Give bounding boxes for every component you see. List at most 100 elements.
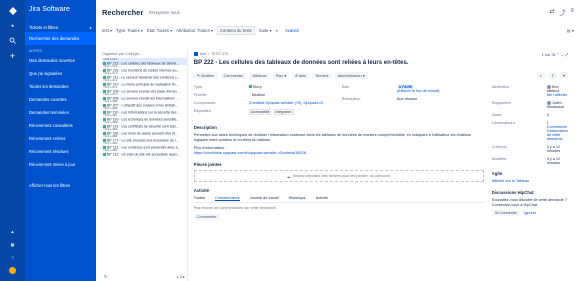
start-watching-link[interactable]: Commencer l'observation de cette demande — [547, 125, 568, 141]
avatar[interactable] — [8, 266, 17, 275]
done-button[interactable]: Terminé — [312, 72, 332, 79]
issue-summary: BP 208 - Le serveur envoie les informati… — [107, 96, 179, 100]
sidebar-item-filter[interactable]: Récemment créées — [29, 132, 92, 145]
issue-summary: BP 186 - Les mots de passe peuvent être … — [107, 131, 179, 135]
layout-toggle-icon[interactable]: ▤ ▾ — [567, 28, 574, 33]
sidebar-item-filter[interactable]: Demandes terminées — [29, 106, 92, 119]
issue-summary: BP 222 - Les cellules des tableaux de do… — [107, 61, 180, 65]
list-item[interactable]: TEST-363 BP 131 - Les contenus sont prése… — [102, 142, 187, 149]
description-title: Description — [193, 125, 217, 130]
created-field: Créée(s): Il y a 12 minutes — [491, 145, 561, 153]
assign-to-me-link[interactable]: Me l'affecter — [547, 93, 568, 97]
show-on-board-link[interactable]: Afficher sur le Tableau — [492, 179, 568, 184]
admin-button[interactable]: Administration ▾ — [334, 72, 368, 79]
list-item[interactable]: TEST-372 BP 210 - Le menu principal de na… — [102, 79, 187, 86]
todo-button[interactable]: À faire — [292, 72, 310, 79]
help-icon[interactable]: ? — [8, 253, 17, 262]
list-item[interactable]: TEST-362 BP 133 - Un plan du site est acc… — [102, 149, 187, 156]
ignore-link[interactable]: Ignorer — [524, 211, 536, 215]
rocket-icon[interactable]: ▲ — [8, 227, 17, 236]
attachment-dropzone[interactable]: ☁ Glissez-déposez des fichiers pour les … — [193, 170, 484, 182]
sidebar-item-filter[interactable]: Récemment mises à jour — [29, 158, 92, 171]
comment-button[interactable]: Commenter — [220, 72, 247, 79]
detail-columns: Type: Story Priorité: ↑ Medium Composant… — [193, 85, 568, 220]
list-item[interactable]: TEST-373 BP 211 - Le serveur transmet des… — [102, 72, 187, 79]
edit-button[interactable]: ✎ Modifier — [193, 72, 218, 79]
pager-label: 1 sur 78 — [541, 53, 556, 57]
description-text: Permettre aux aides techniques de restit… — [193, 133, 471, 142]
more-info-link[interactable]: https://checklists.opquast.com/fr/opquas… — [194, 151, 484, 156]
field-grid: Type: Story Priorité: ↑ Medium Composant… — [194, 85, 484, 119]
issue-pager: 1 sur 78 ⌃ ⌄ ⤢ — [542, 52, 568, 57]
sidebar-item-filter[interactable]: Que j'ai signalées — [29, 67, 92, 80]
sidebar-item-filter[interactable]: Mes demandes ouvertes — [29, 54, 92, 67]
agile-title: Agile — [491, 171, 503, 176]
type-filter[interactable]: Type: Toutes ▾ — [116, 28, 143, 33]
list-pager[interactable]: 1 2 ▸ — [177, 274, 185, 279]
sidebar-item-filter[interactable]: Récemment résolues — [29, 145, 92, 158]
status-filter[interactable]: État: Toutes ▾ — [147, 28, 172, 33]
sidebar-item-search[interactable]: Rechercher des demandes — [25, 32, 96, 45]
label-tag[interactable]: Accessibilité — [248, 109, 272, 115]
filter-bar: test ▾ Type: Toutes ▾ État: Toutes ▾ Att… — [102, 24, 574, 36]
pager-arrows[interactable]: ⌃ ⌄ ⤢ — [556, 53, 568, 57]
share-icon[interactable]: ⇪ — [547, 72, 558, 79]
sidebar-item-filter[interactable]: Demandes ouvertes — [29, 93, 92, 106]
tab-comments[interactable]: Commentaires — [214, 196, 240, 201]
tab-history[interactable]: Historique — [289, 196, 306, 201]
tab-activity[interactable]: Activité — [316, 196, 328, 201]
watch-icon[interactable]: ⌕ — [536, 72, 545, 79]
export-icon[interactable]: ⤴ — [559, 8, 565, 17]
sort-header[interactable]: Organiser par Créée(s) ↓ — [102, 52, 187, 56]
assign-button[interactable]: Attribuer — [249, 72, 270, 79]
connect-button[interactable]: Se connecter — [491, 210, 521, 216]
assignee-filter[interactable]: Attribution: Toutes ▾ — [176, 28, 213, 33]
list-item[interactable]: TEST-366 BP 191 - Les certificats de sécu… — [102, 121, 187, 128]
list-item[interactable]: TEST-371 BP 208 - Le serveur envoie une p… — [102, 86, 187, 93]
tab-worklog[interactable]: Journal de travail — [250, 196, 279, 201]
list-item[interactable]: TEST-370 BP 208 - Le serveur envoie les i… — [102, 93, 187, 100]
list-item[interactable]: TEST-370 BP 222 - Les cellules des tablea… — [102, 58, 187, 65]
text-search-input[interactable]: Contenu du texte — [216, 25, 255, 35]
hipchat-actions: Se connecter Ignorer — [491, 210, 568, 216]
sidebar-section-label: AUTRES — [29, 49, 42, 53]
workflow-link[interactable]: (Afficher le flux de travail) — [397, 89, 440, 93]
list-item[interactable]: TEST-367 BP 193 - Les échanges de données… — [102, 114, 187, 121]
list-item[interactable]: TEST-368 BP 190 - Les informations sur la… — [102, 107, 187, 114]
sidebar-item-filter[interactable]: Toutes les demandes — [29, 80, 92, 93]
hipchat-title: Discussions HipChat — [491, 190, 534, 195]
save-as-link[interactable]: Enregistrer sous — [149, 10, 180, 15]
jira-logo-icon[interactable] — [8, 6, 17, 15]
story-icon — [103, 152, 106, 156]
breadcrumb: test / TEST-375 — [193, 52, 568, 56]
advanced-search-link[interactable]: Avancé — [285, 28, 299, 33]
label-tag[interactable]: Intégration — [273, 109, 294, 115]
page-header: Rechercher Enregistrer sous ⇄ ⤴ ≡ — [102, 0, 574, 24]
list-item[interactable]: TEST-369 BP 207 - L'objectif des cookies … — [102, 100, 187, 107]
issue-detail: test / TEST-375 1 sur 78 ⌃ ⌄ ⤢ BP 222 - … — [188, 50, 574, 281]
search-icon[interactable] — [8, 36, 17, 45]
issue-summary: BP 218 - Les fonctions de scripts intern… — [107, 68, 180, 72]
list-item[interactable]: TEST-364 BP 177 - Le site propose une pro… — [102, 135, 187, 142]
list-item[interactable]: TEST-365 BP 186 - Les mots de passe peuve… — [102, 128, 187, 135]
apps-icon[interactable]: ▦ — [8, 240, 17, 249]
breadcrumb-separator: / — [207, 52, 209, 56]
more-filters[interactable]: Suite ▾ — [259, 28, 272, 33]
list-item[interactable]: TEST-374 BP 218 - Les fonctions de script… — [102, 65, 187, 72]
refresh-icon[interactable]: ↻ — [104, 274, 107, 279]
show-all-filters-link[interactable]: Afficher tous les filtres — [29, 179, 92, 192]
more-button[interactable]: Plus ▾ — [272, 72, 290, 79]
search-icon[interactable]: ⌕ — [276, 28, 278, 33]
tools-icon[interactable]: ≡ — [570, 8, 574, 17]
star-icon[interactable]: ★ — [8, 21, 17, 30]
share-icon[interactable]: ⇄ — [549, 8, 554, 17]
add-comment-button[interactable]: Commenter — [193, 214, 220, 220]
project-filter[interactable]: test ▾ — [102, 28, 112, 33]
tab-all[interactable]: Toutes — [194, 196, 205, 201]
breadcrumb-project[interactable]: test — [200, 52, 206, 56]
sidebar-item-tickets[interactable]: Tickets et filtres ▸ — [29, 23, 92, 32]
create-icon[interactable]: + — [8, 51, 17, 61]
breadcrumb-issue-key[interactable]: TEST-375 — [211, 52, 228, 56]
more-actions-icon[interactable]: ▾ — [560, 72, 568, 79]
sidebar-item-filter[interactable]: Récemment consultées — [29, 119, 92, 132]
